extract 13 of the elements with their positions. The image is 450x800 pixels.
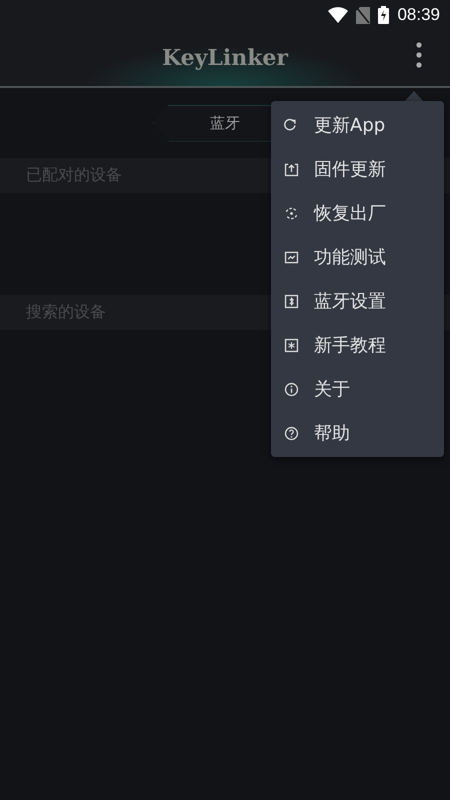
- battery-charging-icon: [378, 6, 390, 24]
- menu-item[interactable]: 恢复出厂: [271, 191, 444, 235]
- clock-time: 08:39: [397, 5, 440, 25]
- help-icon: [283, 424, 300, 442]
- asterisk-icon: [283, 336, 300, 354]
- menu-item[interactable]: 关于: [271, 367, 444, 411]
- menu-item[interactable]: 帮助: [271, 411, 444, 455]
- info-icon: [283, 380, 300, 398]
- app-title: KeyLinker: [162, 45, 288, 71]
- bluetooth-icon: [283, 292, 300, 310]
- no-sim-icon: [356, 6, 370, 24]
- menu-item[interactable]: 功能测试: [271, 235, 444, 279]
- wifi-icon: [328, 7, 348, 23]
